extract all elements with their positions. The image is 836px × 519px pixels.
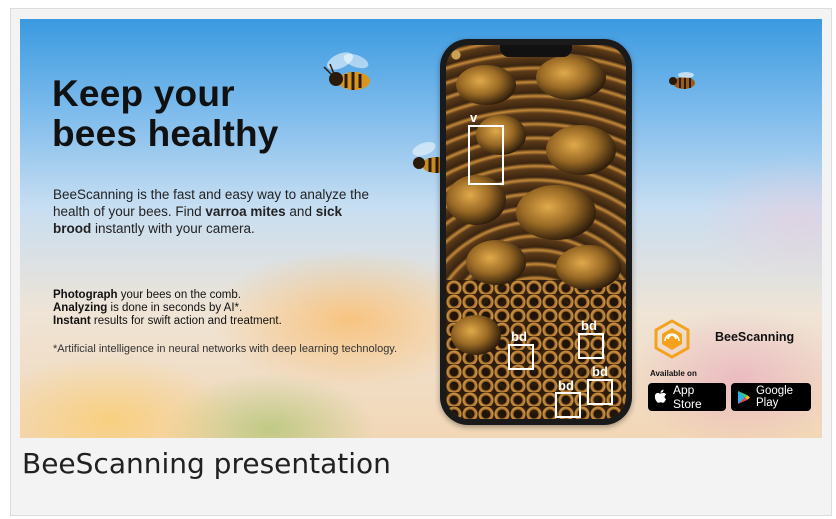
feature-item: Analyzing is done in seconds by AI*. <box>53 302 373 315</box>
sick-brood-detection-box <box>587 379 613 405</box>
phone-notch <box>500 45 572 57</box>
sick-brood-detection-box <box>508 344 534 370</box>
ai-footnote: *Artificial intelligence in neural netwo… <box>53 343 398 355</box>
feature-keyword: Instant <box>53 315 91 327</box>
varroa-tag: v <box>470 110 478 125</box>
sick-brood-tag: bd <box>511 329 527 344</box>
phone-screen-honeycomb: v bd bd bd bd <box>446 45 626 419</box>
flying-bee-icon <box>323 52 370 90</box>
bee-cluster <box>536 55 606 100</box>
app-store-label: App Store <box>673 383 702 411</box>
google-play-label: Google Play <box>756 385 794 409</box>
sick-brood-tag: bd <box>581 318 597 333</box>
phone-mockup: v bd bd bd bd <box>440 39 632 425</box>
feature-text: results for swift action and treatment. <box>90 315 282 327</box>
intro-and: and <box>285 204 316 219</box>
sick-brood-detection-box <box>578 333 604 359</box>
headline-line-1: Keep your <box>52 73 235 114</box>
bee-cluster <box>451 315 501 355</box>
app-store-button[interactable]: App Store <box>648 383 726 411</box>
headline: Keep your bees healthy <box>52 74 279 154</box>
beescanning-logo-icon <box>654 319 690 359</box>
feature-keyword: Photograph <box>53 289 118 301</box>
bee-cluster <box>556 245 621 290</box>
feature-text: your bees on the comb. <box>117 289 241 301</box>
available-on-label: Available on <box>650 369 697 378</box>
bee-cluster <box>466 240 526 285</box>
presentation-banner[interactable]: Keep your bees healthy BeeScanning is th… <box>20 19 822 438</box>
google-play-icon <box>737 390 751 405</box>
apple-icon <box>654 389 668 405</box>
feature-item: Photograph your bees on the comb. <box>53 289 373 302</box>
feature-keyword: Analyzing <box>53 302 108 314</box>
sick-brood-tag: bd <box>592 364 608 379</box>
sick-brood-tag: bd <box>558 378 574 393</box>
sick-brood-detection-box <box>555 392 581 418</box>
bee-cluster <box>516 185 596 240</box>
intro-text: BeeScanning is the fast and easy way to … <box>53 186 373 237</box>
feature-item: Instant results for swift action and tre… <box>53 315 373 328</box>
bee-cluster <box>456 65 516 105</box>
headline-line-2: bees healthy <box>52 113 279 154</box>
flying-bee-icon <box>669 72 695 89</box>
varroa-mites-emphasis: varroa mites <box>205 204 286 219</box>
bee-cluster <box>546 125 616 175</box>
intro-instantly: instantly with your camera. <box>91 221 255 236</box>
image-caption: BeeScanning presentation <box>22 447 391 480</box>
feature-list: Photograph your bees on the comb. Analyz… <box>53 289 373 328</box>
feature-text: is done in seconds by AI*. <box>107 302 243 314</box>
intro-find: Find <box>175 204 206 219</box>
varroa-detection-box <box>468 125 504 185</box>
google-play-button[interactable]: Google Play <box>731 383 811 411</box>
brand-name: BeeScanning <box>715 330 795 344</box>
